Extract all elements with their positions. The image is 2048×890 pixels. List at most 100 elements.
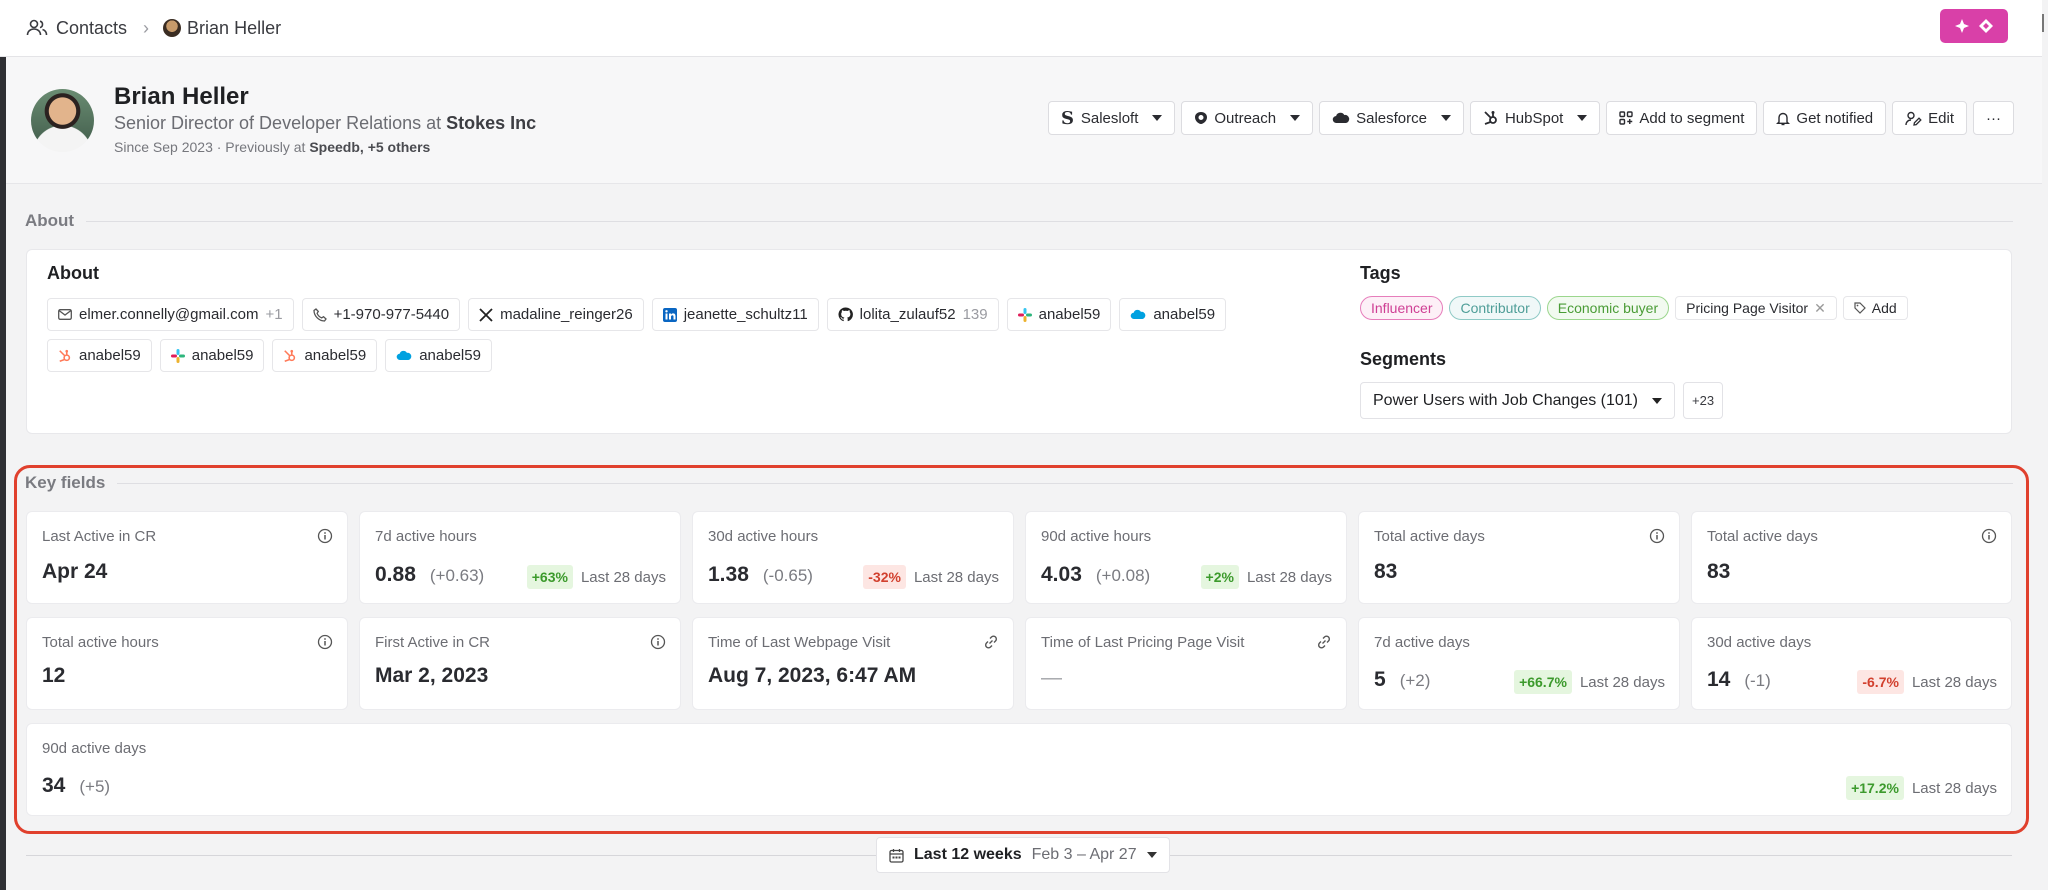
field-card-first-active[interactable]: First Active in CR Mar 2, 2023	[359, 617, 681, 710]
range-dates: Feb 3 – Apr 27	[1031, 846, 1137, 863]
get-notified-label: Get notified	[1796, 109, 1874, 127]
field-card-30d-days[interactable]: 30d active days 14 (-1) -6.7% Last 28 days	[1691, 617, 2012, 710]
field-card-7d-hours[interactable]: 7d active hours 0.88 (+0.63) +63% Last 28 …	[359, 511, 681, 604]
field-value-row: 5 (+2)	[1374, 668, 1430, 692]
field-value-row: 4.03 (+0.08)	[1041, 563, 1150, 587]
linkedin-chip[interactable]: jeanette_schultz11	[651, 298, 819, 331]
field-value: 5	[1374, 668, 1386, 691]
add-tag-button[interactable]: Add	[1842, 296, 1908, 320]
breadcrumb-current: Brian Heller	[187, 17, 282, 38]
field-label: Time of Last Pricing Page Visit	[1041, 634, 1245, 651]
about-card-title: About	[47, 263, 99, 283]
field-card-7d-days[interactable]: 7d active days 5 (+2) +66.7% Last 28 days	[1358, 617, 1680, 710]
link-icon[interactable]	[1316, 634, 1332, 650]
top-bar: Contacts › Brian Heller	[0, 0, 2042, 57]
hubspot-chip[interactable]: anabel59	[47, 339, 152, 372]
outreach-button[interactable]: Outreach	[1181, 101, 1314, 135]
profile-role: Senior Director of Developer Relations a…	[114, 113, 447, 133]
app-switch-button[interactable]	[1940, 9, 2008, 43]
field-card-total-days[interactable]: Total active days 83	[1691, 511, 2012, 604]
info-icon[interactable]	[650, 634, 666, 650]
segment-more-badge[interactable]: +23	[1683, 382, 1724, 419]
slack-chip[interactable]: anabel59	[159, 339, 265, 372]
field-delta: (+5)	[79, 777, 111, 796]
salesforce-label: Salesforce	[1356, 109, 1427, 127]
field-value: Mar 2, 2023	[375, 664, 489, 687]
phone-icon	[312, 307, 327, 322]
info-icon[interactable]	[317, 634, 333, 650]
key-fields-label: Key fields	[25, 473, 106, 492]
date-range-selector[interactable]: Last 12 weeks Feb 3 – Apr 27	[876, 837, 1170, 873]
x-handle: madaline_reinger26	[500, 306, 633, 323]
tag-influencer[interactable]: Influencer	[1360, 296, 1444, 320]
right-edge	[2042, 14, 2048, 32]
hubspot-icon	[59, 349, 71, 362]
hubspot-button[interactable]: HubSpot	[1469, 101, 1601, 135]
info-icon[interactable]	[1981, 528, 1997, 544]
salesforce-chip[interactable]: anabel59	[385, 339, 492, 372]
caret-down-icon	[1440, 115, 1451, 121]
field-card-90d-hours[interactable]: 90d active hours 4.03 (+0.08) +2% Last 28 …	[1025, 511, 1347, 604]
info-icon[interactable]	[1649, 528, 1665, 544]
field-card-total-days[interactable]: Total active days 83	[1358, 511, 1680, 604]
field-label: Total active days	[1707, 528, 1818, 545]
github-count: 139	[962, 306, 988, 323]
salesforce-button[interactable]: Salesforce	[1319, 101, 1464, 135]
field-card-total-hours[interactable]: Total active hours 12	[26, 617, 348, 710]
hubspot-icon	[1484, 111, 1497, 125]
field-value: —	[1041, 666, 1062, 689]
field-delta: (+0.63)	[429, 566, 485, 585]
profile-previous[interactable]: Speedb, +5 others	[309, 139, 430, 155]
tag-contributor[interactable]: Contributor	[1449, 296, 1541, 320]
more-options-button[interactable]: ···	[1973, 101, 2014, 135]
phone-chip[interactable]: +1-970-977-5440	[301, 298, 461, 331]
profile-avatar	[31, 89, 94, 152]
segment-select[interactable]: Power Users with Job Changes (101)	[1360, 382, 1676, 419]
salesforce-chip[interactable]: anabel59	[1119, 298, 1227, 331]
tag-economic-buyer[interactable]: Economic buyer	[1546, 296, 1670, 320]
field-delta: (+2)	[1399, 671, 1431, 690]
grid-plus-icon	[1619, 111, 1634, 125]
field-card-last-pricing-visit[interactable]: Time of Last Pricing Page Visit —	[1025, 617, 1347, 710]
trend-period: Last 28 days	[1246, 568, 1332, 586]
add-to-segment-button[interactable]: Add to segment	[1606, 101, 1758, 135]
hubspot-chip[interactable]: anabel59	[272, 339, 378, 372]
segments-title: Segments	[1360, 349, 1447, 369]
field-label: 30d active days	[1707, 634, 1812, 651]
field-value: 1.38	[708, 563, 749, 586]
slack-chip[interactable]: anabel59	[1006, 298, 1112, 331]
link-icon[interactable]	[983, 634, 999, 650]
tag-pricing-page-visitor[interactable]: Pricing Page Visitor ✕	[1675, 296, 1837, 320]
field-card-30d-hours[interactable]: 30d active hours 1.38 (-0.65) -32% Last 28…	[692, 511, 1014, 604]
field-card-90d-days[interactable]: 90d active days 34 (+5) +17.2% Last 28 day…	[26, 723, 2012, 816]
field-value: 12	[42, 664, 66, 687]
get-notified-button[interactable]: Get notified	[1763, 101, 1887, 135]
field-card-last-webpage-visit[interactable]: Time of Last Webpage Visit Aug 7, 2023, …	[692, 617, 1014, 710]
svg-text:S: S	[1061, 109, 1074, 127]
github-chip[interactable]: lolita_zulauf52 139	[826, 298, 999, 331]
field-value: 4.03	[1041, 563, 1082, 586]
add-to-segment-label: Add to segment	[1639, 109, 1745, 127]
x-chip[interactable]: madaline_reinger26	[468, 298, 644, 331]
field-label: Total active days	[1374, 528, 1485, 545]
trend-badge: -6.7%	[1857, 670, 1904, 694]
tag-pricing-label: Pricing Page Visitor	[1686, 300, 1809, 316]
github-handle: lolita_zulauf52	[859, 306, 956, 323]
close-icon[interactable]: ✕	[1814, 300, 1826, 317]
salesloft-button[interactable]: S Salesloft	[1047, 101, 1176, 135]
breadcrumb-contacts[interactable]: Contacts	[56, 18, 127, 39]
field-trend: +2% Last 28 days	[1200, 565, 1332, 589]
email-extra-count[interactable]: +1	[265, 306, 282, 323]
edit-button[interactable]: Edit	[1892, 101, 1967, 135]
segment-selected: Power Users with Job Changes (101)	[1373, 391, 1639, 409]
info-icon[interactable]	[317, 528, 333, 544]
slack-icon	[170, 348, 185, 363]
trend-period: Last 28 days	[580, 568, 666, 586]
email-chip[interactable]: elmer.connelly@gmail.com +1	[47, 298, 294, 331]
field-trend: -32% Last 28 days	[863, 565, 999, 589]
field-card-last-active[interactable]: Last Active in CR Apr 24	[26, 511, 348, 604]
field-value: 0.88	[375, 563, 416, 586]
tags-title: Tags	[1360, 263, 1401, 283]
outreach-label: Outreach	[1214, 109, 1277, 127]
profile-company[interactable]: Stokes Inc	[446, 113, 536, 133]
